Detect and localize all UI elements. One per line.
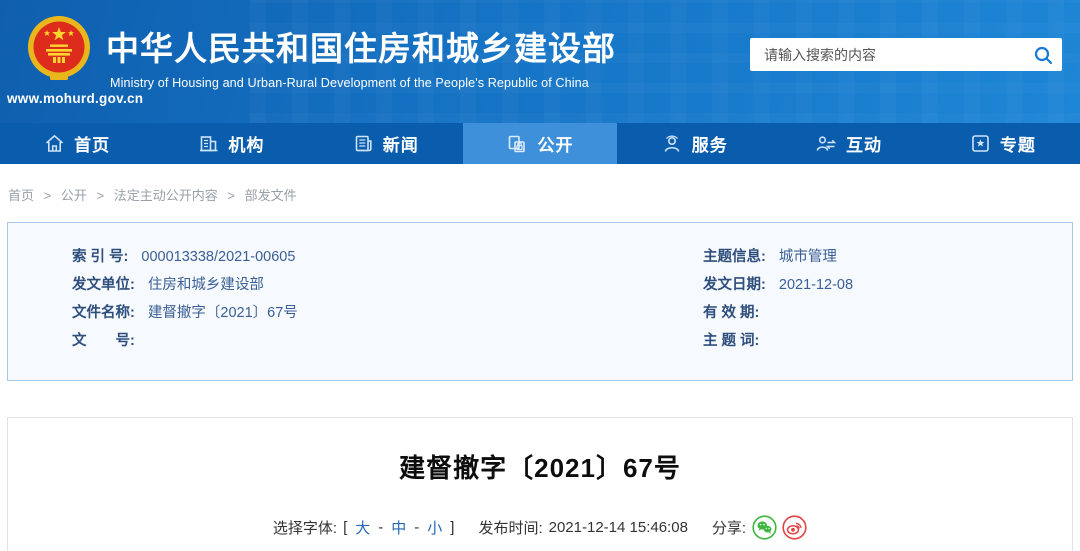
nav-item-topics[interactable]: 专题 — [926, 123, 1080, 164]
breadcrumb-home[interactable]: 首页 — [8, 188, 34, 203]
meta-label: 文 号: — [72, 333, 135, 349]
person-arrows-icon — [815, 133, 837, 155]
search-input[interactable] — [750, 38, 1024, 71]
nav-item-disclosure[interactable]: 公开 — [463, 123, 617, 164]
meta-label: 有 效 期: — [703, 305, 759, 321]
meta-row-issue-date: 发文日期: 2021-12-08 — [703, 273, 1072, 301]
national-emblem-icon — [26, 11, 92, 89]
nav-item-news[interactable]: 新闻 — [309, 123, 463, 164]
meta-value: 住房和城乡建设部 — [148, 277, 264, 293]
nav-label: 首页 — [74, 131, 110, 156]
breadcrumb-separator: > — [44, 188, 52, 203]
breadcrumb: 首页 > 公开 > 法定主动公开内容 > 部发文件 — [0, 164, 1080, 222]
nav-item-services[interactable]: 服务 — [617, 123, 771, 164]
breadcrumb-disclosure[interactable]: 公开 — [61, 188, 87, 203]
meta-row-topic-info: 主题信息: 城市管理 — [703, 245, 1072, 273]
breadcrumb-separator: > — [227, 188, 235, 203]
meta-value: 建督撤字〔2021〕67号 — [148, 305, 298, 321]
nav-label: 专题 — [1000, 131, 1036, 156]
main-navigation: 首页 机构 新闻 公开 服务 — [0, 123, 1080, 164]
document-toolbar: 选择字体: [ 大 - 中 - 小 ] 发布时间: 2021-12-14 15:… — [8, 515, 1072, 540]
nav-label: 公开 — [537, 131, 573, 156]
meta-row-issuing-unit: 发文单位: 住房和城乡建设部 — [72, 273, 703, 301]
meta-label: 主题信息: — [703, 249, 766, 265]
font-selector-open-bracket: [ — [343, 519, 347, 536]
font-size-medium-button[interactable]: 中 — [391, 517, 406, 538]
nav-label: 互动 — [846, 131, 882, 156]
nav-label: 新闻 — [383, 131, 419, 156]
nav-item-organization[interactable]: 机构 — [154, 123, 308, 164]
font-size-small-button[interactable]: 小 — [427, 517, 442, 538]
newspaper-icon — [353, 133, 374, 154]
meta-label: 发文日期: — [703, 277, 766, 293]
share-icons — [752, 515, 807, 540]
meta-value: 000013338/2021-00605 — [141, 249, 295, 265]
publish-time-label: 发布时间: — [478, 517, 542, 538]
share-block: 分享: — [712, 515, 807, 540]
nav-item-home[interactable]: 首页 — [0, 123, 154, 164]
star-box-icon — [970, 133, 991, 154]
font-selector-dash: - — [414, 519, 419, 536]
meta-row-index-number: 索 引 号: 000013338/2021-00605 — [72, 245, 703, 273]
breadcrumb-separator: > — [97, 188, 105, 203]
document-metadata-box: 索 引 号: 000013338/2021-00605 发文单位: 住房和城乡建… — [7, 222, 1073, 381]
search-icon — [1033, 45, 1053, 65]
font-size-large-button[interactable]: 大 — [355, 517, 370, 538]
document-title: 建督撤字〔2021〕67号 — [8, 448, 1072, 485]
weibo-share-icon[interactable] — [782, 515, 807, 540]
site-url: www.mohurd.gov.cn — [7, 91, 143, 106]
meta-row-validity: 有 效 期: — [703, 301, 1072, 329]
meta-label: 索 引 号: — [72, 249, 128, 265]
breadcrumb-ministry-documents[interactable]: 部发文件 — [245, 188, 297, 203]
nav-item-interaction[interactable]: 互动 — [771, 123, 925, 164]
metadata-right-column: 主题信息: 城市管理 发文日期: 2021-12-08 有 效 期: 主 题 词… — [703, 245, 1072, 380]
breadcrumb-statutory-content[interactable]: 法定主动公开内容 — [114, 188, 218, 203]
site-title-chinese: 中华人民共和国住房和城乡建设部 — [106, 22, 616, 70]
disclosure-docs-lock-icon — [506, 133, 528, 155]
home-icon — [44, 133, 65, 154]
publish-time-block: 发布时间: 2021-12-14 15:46:08 — [478, 517, 687, 538]
meta-label: 主 题 词: — [703, 333, 759, 349]
font-selector-dash: - — [378, 519, 383, 536]
meta-value: 2021-12-08 — [779, 277, 853, 293]
meta-value: 城市管理 — [779, 249, 837, 265]
document-card: 建督撤字〔2021〕67号 选择字体: [ 大 - 中 - 小 ] 发布时间: … — [7, 417, 1073, 551]
nav-label: 机构 — [228, 131, 264, 156]
search-button[interactable] — [1024, 38, 1062, 71]
wechat-share-icon[interactable] — [752, 515, 777, 540]
site-title-english: Ministry of Housing and Urban-Rural Deve… — [110, 76, 589, 90]
font-selector-label: 选择字体: — [273, 517, 337, 538]
person-service-icon — [661, 133, 683, 155]
search-box — [750, 38, 1062, 71]
metadata-left-column: 索 引 号: 000013338/2021-00605 发文单位: 住房和城乡建… — [8, 245, 703, 380]
meta-row-document-number: 文 号: — [72, 329, 703, 357]
meta-label: 发文单位: — [72, 277, 135, 293]
building-icon — [198, 133, 219, 154]
share-label: 分享: — [712, 517, 746, 538]
font-size-selector: 选择字体: [ 大 - 中 - 小 ] — [273, 517, 455, 538]
meta-row-keywords: 主 题 词: — [703, 329, 1072, 357]
meta-row-file-name: 文件名称: 建督撤字〔2021〕67号 — [72, 301, 703, 329]
nav-label: 服务 — [692, 131, 728, 156]
publish-time-value: 2021-12-14 15:46:08 — [549, 519, 688, 536]
site-header: www.mohurd.gov.cn 中华人民共和国住房和城乡建设部 Minist… — [0, 0, 1080, 123]
font-selector-close-bracket: ] — [450, 519, 454, 536]
meta-label: 文件名称: — [72, 305, 135, 321]
